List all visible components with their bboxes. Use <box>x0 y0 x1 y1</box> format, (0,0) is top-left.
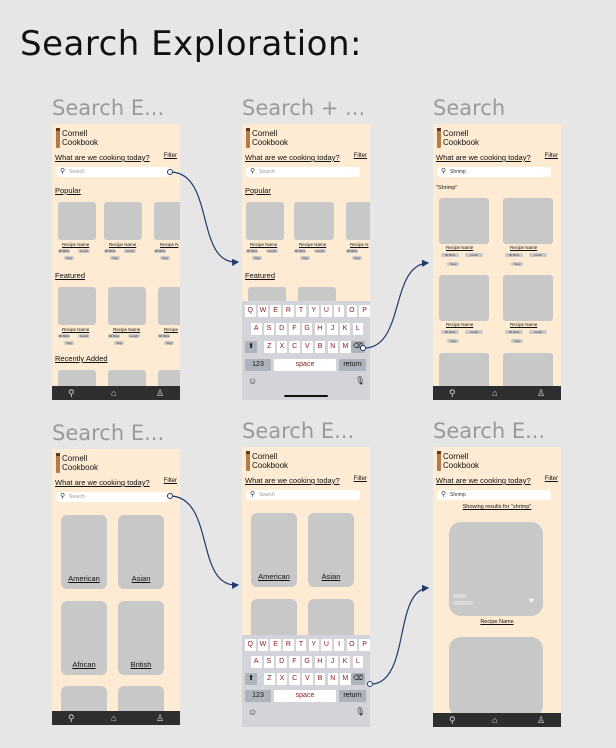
flow-arrow <box>365 259 430 349</box>
flow-start-dot <box>367 681 373 687</box>
flow-arrow <box>171 495 240 589</box>
flow-arrow <box>171 171 240 266</box>
flow-arrow <box>372 584 430 685</box>
flow-start-dot <box>167 493 173 499</box>
flow-start-dot <box>167 169 173 175</box>
flow-arrows <box>167 169 430 687</box>
flow-start-dot <box>360 345 366 351</box>
